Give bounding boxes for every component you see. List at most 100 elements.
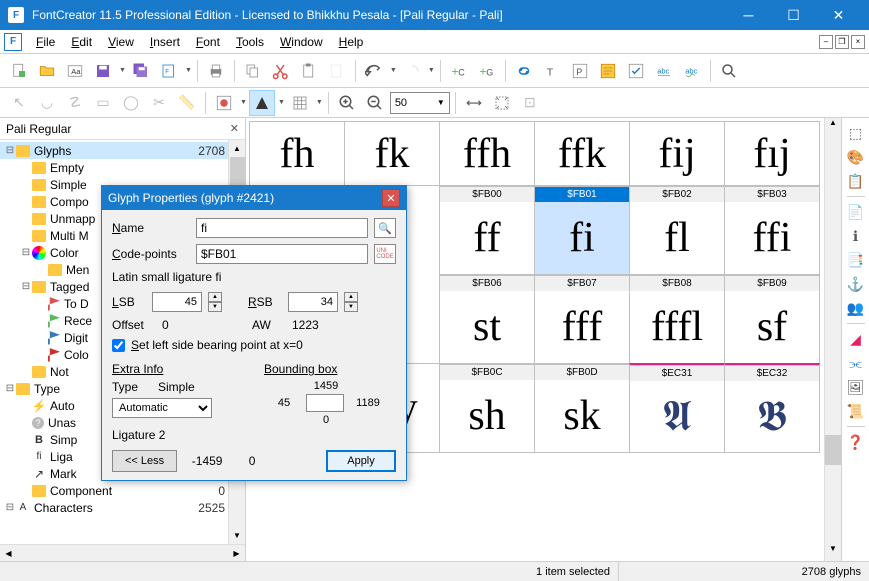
lsb-spinner[interactable]: ▲▼: [208, 292, 222, 312]
rsb-field[interactable]: [288, 292, 338, 312]
codepoints-field[interactable]: [196, 244, 368, 264]
anchors-button[interactable]: ⚓: [845, 273, 867, 295]
samples-button[interactable]: 📄: [845, 201, 867, 223]
paste-button[interactable]: [296, 58, 322, 84]
rsb-spinner[interactable]: ▲▼: [344, 292, 358, 312]
find-button[interactable]: [716, 58, 742, 84]
transform-button[interactable]: ⬚: [845, 122, 867, 144]
tree-item-component[interactable]: Component0: [0, 482, 245, 499]
glyph-cell[interactable]: $FB0Dsk: [534, 363, 630, 453]
glyph-cell[interactable]: fh: [249, 121, 345, 186]
glyph-cell[interactable]: $FB08fffl: [629, 274, 725, 364]
print-button[interactable]: [203, 58, 229, 84]
font-overview-button[interactable]: Aa: [62, 58, 88, 84]
grid-dropdown[interactable]: ▼: [316, 99, 323, 106]
name-field[interactable]: [196, 218, 368, 238]
tree-hscroll[interactable]: ◀▶: [0, 544, 245, 561]
undo-dropdown-icon[interactable]: ▼: [390, 67, 397, 74]
measure-tool[interactable]: 📏: [174, 90, 200, 116]
contour-tool[interactable]: ◡: [34, 90, 60, 116]
menu-window[interactable]: Window: [272, 33, 331, 51]
new-file-button[interactable]: [6, 58, 32, 84]
unicode-button[interactable]: UNICODE: [374, 244, 396, 264]
glyph-cell[interactable]: $FB03ffi: [724, 185, 820, 275]
cut-button[interactable]: [268, 58, 294, 84]
glyph-info-button[interactable]: ℹ: [845, 225, 867, 247]
lsb-checkbox[interactable]: [112, 339, 125, 352]
dialog-titlebar[interactable]: Glyph Properties (glyph #2421) ✕: [102, 186, 406, 210]
autometrics-button[interactable]: abc: [679, 58, 705, 84]
copy-button[interactable]: [240, 58, 266, 84]
type-select[interactable]: Automatic: [112, 398, 212, 418]
knife-tool[interactable]: ✂: [146, 90, 172, 116]
menu-font[interactable]: Font: [188, 33, 228, 51]
fill-mode-button[interactable]: [249, 90, 275, 116]
glyph-cell[interactable]: $FB0Csh: [439, 363, 535, 453]
dialog-close-button[interactable]: ✕: [382, 189, 400, 207]
test-font-button[interactable]: T: [539, 58, 565, 84]
draw-tool[interactable]: ☡: [62, 90, 88, 116]
save-dropdown-icon[interactable]: ▼: [119, 67, 126, 74]
menu-tools[interactable]: Tools: [228, 33, 272, 51]
menu-view[interactable]: View: [100, 33, 142, 51]
glyph-cell[interactable]: $FB09sf: [724, 274, 820, 364]
fill-mode-dropdown[interactable]: ▼: [278, 99, 285, 106]
zoom-in-button[interactable]: [334, 90, 360, 116]
zoom-combo[interactable]: 50▼: [390, 92, 450, 114]
image-button[interactable]: 🖼: [845, 376, 867, 398]
mdi-restore[interactable]: ❐: [835, 35, 849, 49]
close-button[interactable]: ✕: [816, 1, 861, 29]
maximize-button[interactable]: ☐: [771, 1, 816, 29]
menu-help[interactable]: Help: [331, 33, 372, 51]
tree-item-characters[interactable]: ⊟ACharacters2525: [0, 499, 245, 516]
name-lookup-button[interactable]: 🔍: [374, 218, 396, 238]
lsb-field[interactable]: [152, 292, 202, 312]
help-button[interactable]: ❓: [845, 431, 867, 453]
glyph-cell[interactable]: ffk: [534, 121, 630, 186]
zoom-out-button[interactable]: [362, 90, 388, 116]
properties-button[interactable]: P: [567, 58, 593, 84]
minimize-button[interactable]: ─: [726, 1, 771, 29]
menu-edit[interactable]: Edit: [63, 33, 100, 51]
members-button[interactable]: 👥: [845, 297, 867, 319]
menu-file[interactable]: File: [28, 33, 63, 51]
palette-button[interactable]: 🎨: [845, 146, 867, 168]
rect-tool[interactable]: ▭: [90, 90, 116, 116]
menu-insert[interactable]: Insert: [142, 33, 188, 51]
apply-button[interactable]: Apply: [326, 450, 396, 472]
less-button[interactable]: << Less: [112, 450, 177, 472]
glyph-cell[interactable]: $FB02fl: [629, 185, 725, 275]
script-button[interactable]: 📜: [845, 400, 867, 422]
add-glyph-button[interactable]: +G: [474, 58, 500, 84]
cursor-tool[interactable]: ↖: [6, 90, 32, 116]
layers-button[interactable]: 📋: [845, 170, 867, 192]
add-character-button[interactable]: +C: [446, 58, 472, 84]
grid-button[interactable]: [287, 90, 313, 116]
eraser-button[interactable]: ◢: [845, 328, 867, 350]
fit-cell-button[interactable]: [489, 90, 515, 116]
unlink-button[interactable]: ⫘: [845, 352, 867, 374]
undo-button[interactable]: [361, 58, 387, 84]
mdi-close[interactable]: ×: [851, 35, 865, 49]
scroll-up-icon[interactable]: ▲: [229, 140, 245, 157]
glyph-cell[interactable]: $FB06st: [439, 274, 535, 364]
scroll-down-icon[interactable]: ▼: [229, 527, 245, 544]
validate-button[interactable]: [623, 58, 649, 84]
glyph-cell[interactable]: ffh: [439, 121, 535, 186]
bb-center-input[interactable]: [306, 394, 344, 412]
sidebar-close-icon[interactable]: ✕: [230, 122, 239, 135]
ellipse-tool[interactable]: ◯: [118, 90, 144, 116]
glyph-cell[interactable]: $EC31𝕬: [629, 363, 725, 453]
tree-item-empty[interactable]: Empty: [0, 159, 245, 176]
save-all-button[interactable]: [128, 58, 154, 84]
glyph-properties-button[interactable]: [595, 58, 621, 84]
glyph-cell[interactable]: fıj: [724, 121, 820, 186]
paste-special-button[interactable]: [324, 58, 350, 84]
export-dropdown-icon[interactable]: ▼: [185, 67, 192, 74]
glyph-cell[interactable]: fij: [629, 121, 725, 186]
glyph-cell[interactable]: $FB00ff: [439, 185, 535, 275]
grid-vscroll[interactable]: ▲ ▼: [824, 118, 841, 561]
save-button[interactable]: [90, 58, 116, 84]
link-button[interactable]: [511, 58, 537, 84]
color-mode-button[interactable]: [211, 90, 237, 116]
